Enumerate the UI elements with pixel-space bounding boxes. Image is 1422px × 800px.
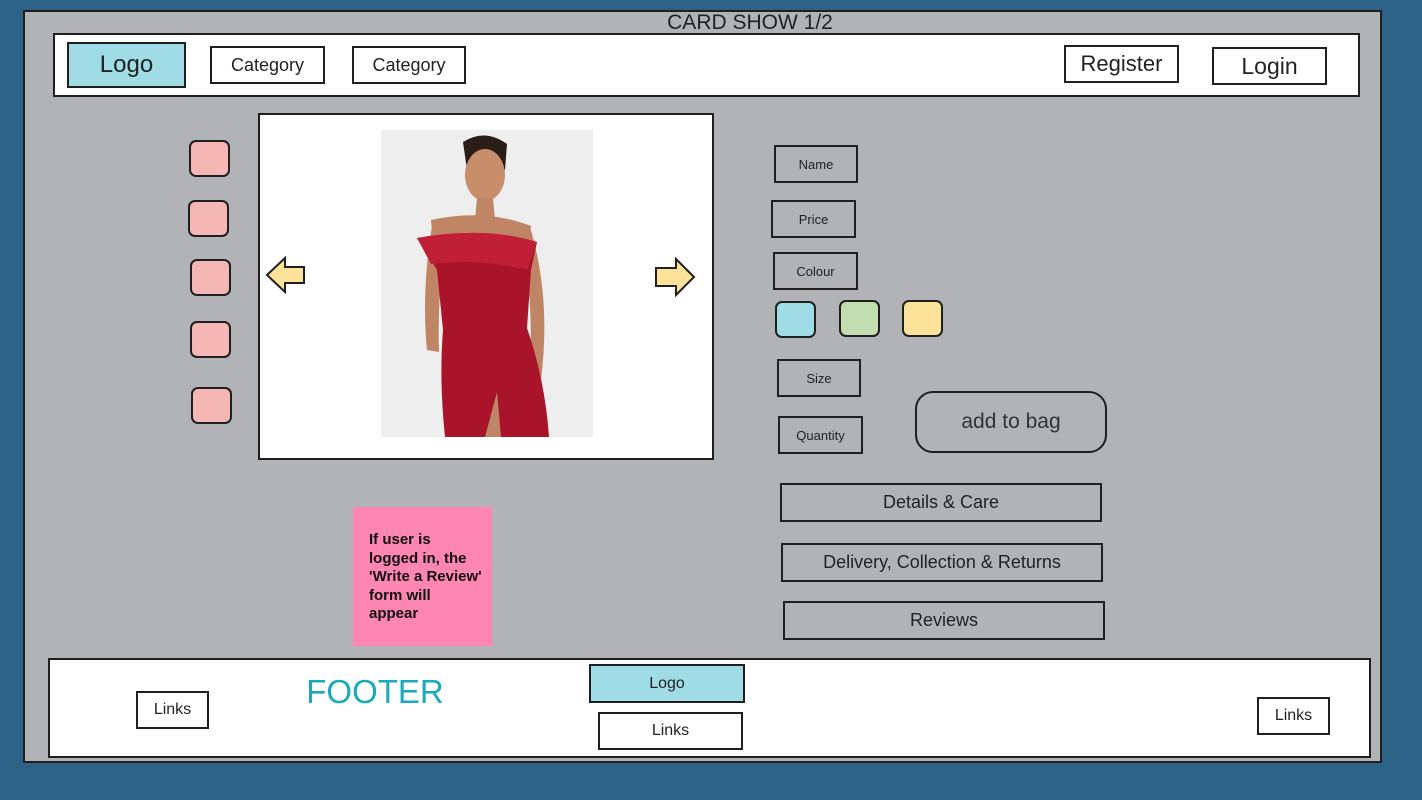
size-selector[interactable]: Size [777, 359, 861, 397]
gallery-thumbnail-3[interactable] [190, 259, 231, 296]
gallery-thumbnail-1[interactable] [189, 140, 230, 177]
add-to-bag-button[interactable]: add to bag [915, 391, 1107, 453]
accordion-delivery-returns[interactable]: Delivery, Collection & Returns [781, 543, 1103, 582]
arrow-left-icon[interactable] [265, 255, 307, 295]
sticky-note: If user is logged in, the 'Write a Revie… [353, 507, 492, 646]
colour-swatch-green[interactable] [839, 300, 880, 337]
register-button[interactable]: Register [1064, 45, 1179, 83]
footer-links-center[interactable]: Links [598, 712, 743, 750]
nav-category-2[interactable]: Category [352, 46, 466, 84]
product-price: Price [771, 200, 856, 238]
nav-category-1[interactable]: Category [210, 46, 325, 84]
accordion-reviews[interactable]: Reviews [783, 601, 1105, 640]
gallery-thumbnail-5[interactable] [191, 387, 232, 424]
quantity-selector[interactable]: Quantity [778, 416, 863, 454]
header-logo[interactable]: Logo [67, 42, 186, 88]
footer-logo[interactable]: Logo [589, 664, 745, 703]
colour-swatch-yellow[interactable] [902, 300, 943, 337]
footer-title: FOOTER [306, 673, 444, 710]
product-name: Name [774, 145, 858, 183]
gallery-thumbnail-4[interactable] [190, 321, 231, 358]
login-button[interactable]: Login [1212, 47, 1327, 85]
gallery-thumbnail-2[interactable] [188, 200, 229, 237]
product-colour-label: Colour [773, 252, 858, 290]
arrow-right-icon[interactable] [654, 256, 696, 298]
colour-swatch-blue[interactable] [775, 301, 816, 338]
product-image [381, 130, 593, 437]
footer-links-left[interactable]: Links [136, 691, 209, 729]
accordion-details-care[interactable]: Details & Care [780, 483, 1102, 522]
footer-links-right[interactable]: Links [1257, 697, 1330, 735]
